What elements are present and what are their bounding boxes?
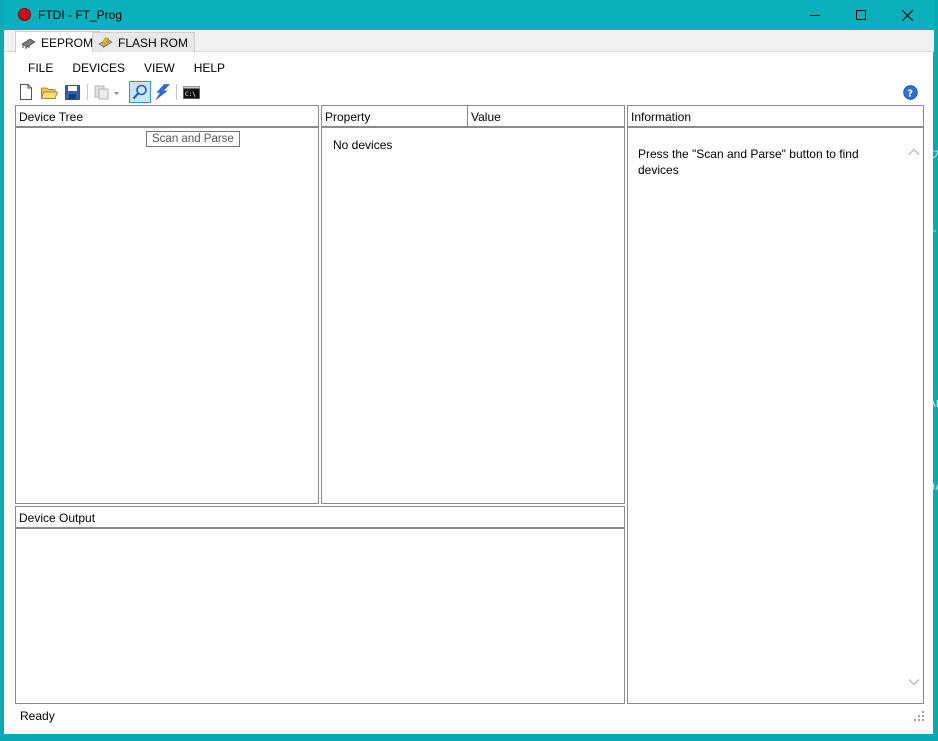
- copy-dropdown-button[interactable]: [92, 82, 122, 102]
- resize-grip-icon[interactable]: [914, 711, 924, 721]
- scan-and-parse-button[interactable]: [129, 81, 151, 103]
- title-bar[interactable]: FTDI - FT_Prog: [4, 0, 934, 30]
- minimize-icon: [810, 15, 820, 16]
- property-panel[interactable]: Property Value No devices: [321, 105, 625, 504]
- command-line-button[interactable]: C:\: [181, 82, 201, 102]
- desktop-edge-text: プ: [930, 150, 938, 161]
- toolbar: C:\ ?: [4, 81, 934, 103]
- lightning-icon: [155, 84, 170, 100]
- new-file-icon: [20, 84, 32, 100]
- scroll-up-arrow-icon[interactable]: [908, 147, 920, 157]
- tab-flash-rom-label: FLASH ROM: [118, 35, 189, 50]
- window-title: FTDI - FT_Prog: [38, 8, 123, 22]
- no-devices-message: No devices: [333, 138, 393, 152]
- device-output-header: Device Output: [16, 507, 624, 529]
- tab-flash-rom[interactable]: FLASH ROM: [92, 32, 196, 52]
- chip-icon: [21, 38, 36, 49]
- tab-strip: EEPROM FLASH ROM: [4, 30, 934, 53]
- scan-and-parse-tooltip: Scan and Parse: [146, 131, 240, 147]
- menu-view[interactable]: VIEW: [136, 61, 183, 75]
- column-divider[interactable]: [467, 106, 468, 128]
- device-output-panel[interactable]: Device Output: [15, 506, 625, 704]
- svg-text:C:\: C:\: [185, 91, 196, 98]
- maximize-button[interactable]: [838, 0, 884, 30]
- device-tree-header: Device Tree: [16, 106, 318, 128]
- close-icon: [901, 9, 913, 21]
- cmd-console-icon: C:\: [182, 85, 200, 99]
- tab-eeprom[interactable]: EEPROM: [15, 31, 101, 53]
- property-list-header: Property Value: [322, 106, 624, 128]
- menu-devices[interactable]: DEVICES: [64, 61, 133, 75]
- information-panel: Information Press the "Scan and Parse" b…: [627, 105, 924, 704]
- menu-file[interactable]: FILE: [20, 61, 61, 75]
- tab-eeprom-label: EEPROM: [41, 35, 94, 50]
- save-icon: [64, 84, 80, 100]
- menu-help[interactable]: HELP: [186, 61, 233, 75]
- magnifier-icon: [132, 84, 147, 100]
- open-template-button[interactable]: [39, 82, 59, 102]
- main-window: FTDI - FT_Prog EEPROM FLASH ROM FILE DEV…: [3, 0, 934, 734]
- status-text: Ready: [20, 709, 55, 723]
- device-tree-panel[interactable]: Device Tree: [15, 105, 319, 504]
- help-icon: ?: [902, 84, 918, 100]
- information-text: Press the "Scan and Parse" button to fin…: [638, 147, 859, 177]
- desktop-edge-text: -: [933, 226, 937, 237]
- open-folder-icon: [40, 87, 58, 99]
- svg-text:?: ?: [907, 88, 913, 99]
- value-column-header[interactable]: Value: [471, 110, 501, 124]
- flash-chip-icon: [98, 37, 113, 48]
- desktop-edge-text: AI: [929, 399, 938, 410]
- new-template-button[interactable]: [16, 82, 36, 102]
- save-template-button[interactable]: [62, 82, 82, 102]
- toolbar-separator: [87, 84, 88, 100]
- property-column-header[interactable]: Property: [325, 110, 370, 124]
- minimize-button[interactable]: [792, 0, 838, 30]
- desktop-edge-text: 3A: [929, 482, 938, 493]
- menu-bar: FILE DEVICES VIEW HELP: [4, 56, 934, 80]
- program-devices-button[interactable]: [152, 82, 172, 102]
- help-button[interactable]: ?: [900, 82, 920, 102]
- maximize-icon: [856, 10, 866, 20]
- toolbar-separator: [176, 84, 177, 100]
- close-button[interactable]: [884, 0, 930, 30]
- app-icon: [18, 8, 31, 21]
- scroll-down-arrow-icon[interactable]: [908, 677, 920, 687]
- information-header: Information: [628, 106, 923, 128]
- copy-icon: [94, 85, 119, 99]
- status-bar: Ready: [4, 707, 934, 731]
